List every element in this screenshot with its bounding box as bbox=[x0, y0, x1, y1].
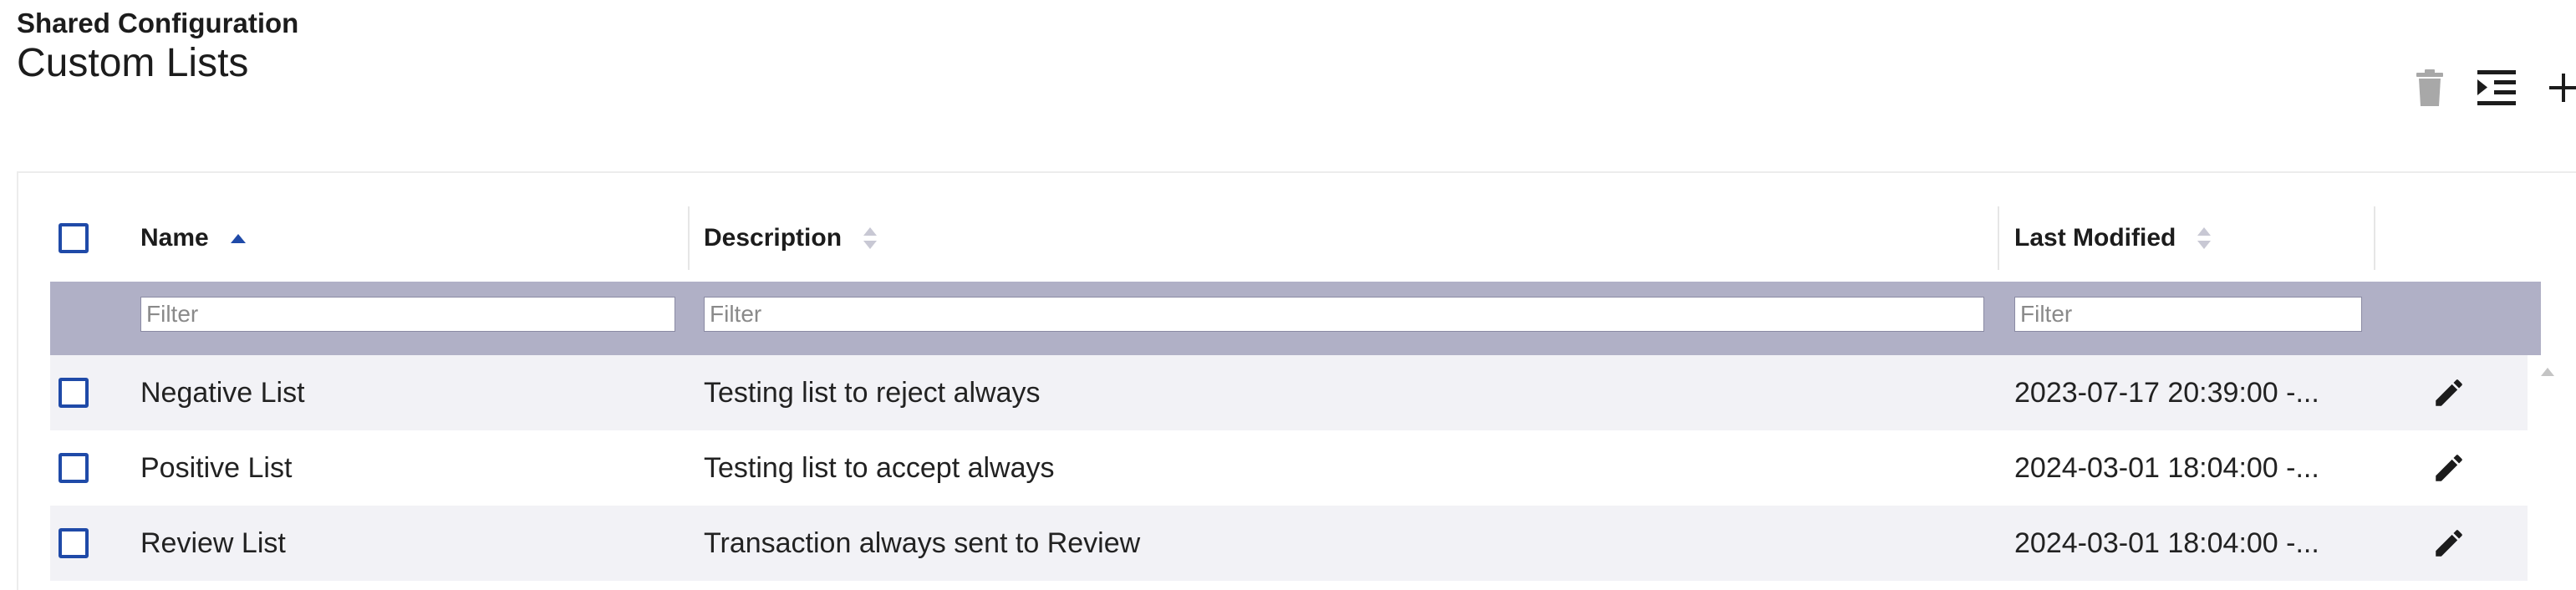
custom-lists-page: Shared Configuration Custom Lists Name D… bbox=[0, 0, 2576, 590]
row-name: Review List bbox=[140, 526, 286, 559]
scrollbar-up-arrow[interactable] bbox=[2541, 365, 2554, 380]
pencil-icon bbox=[2436, 379, 2462, 406]
trash-icon bbox=[2416, 69, 2443, 106]
row-edit-cell bbox=[2424, 506, 2474, 581]
column-header-last-modified[interactable]: Last Modified bbox=[2014, 196, 2212, 280]
sort-unsorted-icon bbox=[863, 227, 878, 249]
plus-icon bbox=[2549, 74, 2576, 102]
row-checkbox[interactable] bbox=[59, 528, 89, 558]
column-header-description-label: Description bbox=[704, 224, 843, 252]
filter-row bbox=[50, 282, 2541, 355]
column-header-name-label: Name bbox=[140, 224, 209, 252]
table-header-row: Name Description Last Modified bbox=[50, 196, 2541, 280]
row-checkbox[interactable] bbox=[59, 453, 89, 483]
table-row[interactable]: Positive List Testing list to accept alw… bbox=[50, 430, 2528, 506]
row-select-cell bbox=[59, 355, 89, 430]
row-select-cell bbox=[59, 506, 89, 581]
last-modified-filter-input[interactable] bbox=[2014, 297, 2362, 332]
description-filter-input[interactable] bbox=[704, 297, 1984, 332]
sort-unsorted-icon bbox=[2197, 227, 2212, 249]
select-all-cell bbox=[59, 196, 89, 280]
sort-ascending-icon bbox=[230, 233, 246, 243]
row-last-modified: 2024-03-01 18:04:00 -... bbox=[2014, 451, 2319, 484]
pencil-icon bbox=[2436, 455, 2462, 481]
row-description: Testing list to accept always bbox=[704, 451, 1055, 484]
column-divider bbox=[2374, 206, 2375, 270]
indent-list-icon bbox=[2477, 70, 2516, 105]
row-name: Positive List bbox=[140, 451, 293, 484]
name-filter-input[interactable] bbox=[140, 297, 675, 332]
page-header: Shared Configuration Custom Lists bbox=[17, 7, 298, 87]
table-row[interactable]: Negative List Testing list to reject alw… bbox=[50, 355, 2528, 430]
column-divider bbox=[688, 206, 690, 270]
page-title: Custom Lists bbox=[17, 41, 249, 85]
row-last-modified: 2024-03-01 18:04:00 -... bbox=[2014, 526, 2319, 559]
table-row[interactable]: Review List Transaction always sent to R… bbox=[50, 506, 2528, 581]
select-all-checkbox[interactable] bbox=[59, 223, 89, 253]
add-button[interactable] bbox=[2534, 58, 2576, 117]
column-header-description[interactable]: Description bbox=[704, 196, 878, 280]
column-header-last-modified-label: Last Modified bbox=[2014, 224, 2176, 252]
indent-button[interactable] bbox=[2467, 58, 2526, 117]
edit-button[interactable] bbox=[2424, 443, 2474, 493]
row-edit-cell bbox=[2424, 355, 2474, 430]
column-divider bbox=[1998, 206, 1999, 270]
row-checkbox[interactable] bbox=[59, 378, 89, 408]
row-name: Negative List bbox=[140, 376, 305, 409]
column-header-name[interactable]: Name bbox=[140, 196, 246, 280]
row-description: Testing list to reject always bbox=[704, 376, 1041, 409]
row-select-cell bbox=[59, 430, 89, 506]
edit-button[interactable] bbox=[2424, 518, 2474, 568]
row-description: Transaction always sent to Review bbox=[704, 526, 1141, 559]
delete-button[interactable] bbox=[2400, 58, 2459, 117]
row-last-modified: 2023-07-17 20:39:00 -... bbox=[2014, 376, 2319, 409]
row-edit-cell bbox=[2424, 430, 2474, 506]
edit-button[interactable] bbox=[2424, 368, 2474, 418]
page-eyebrow: Shared Configuration bbox=[17, 8, 299, 38]
pencil-icon bbox=[2436, 530, 2462, 557]
